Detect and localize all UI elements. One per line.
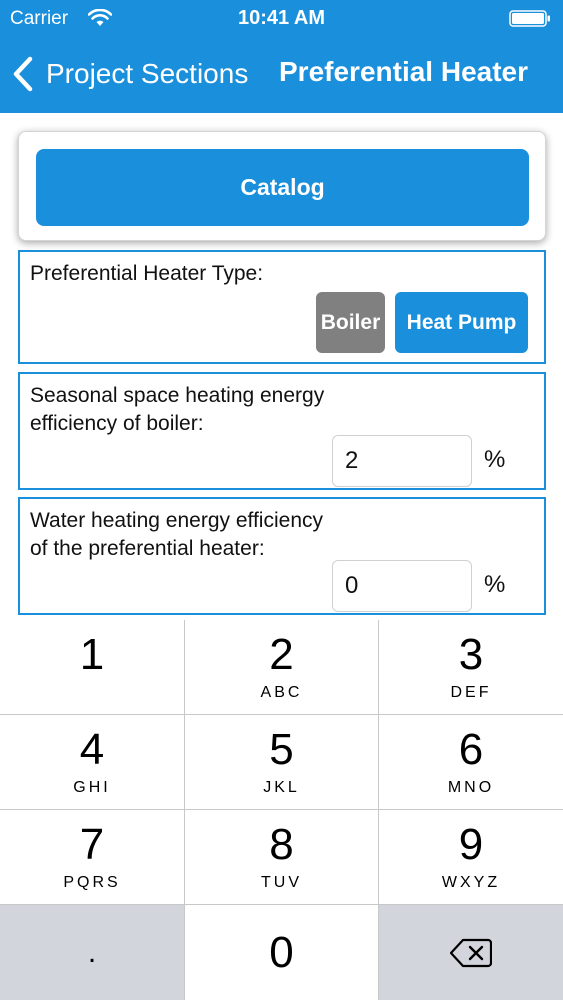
water-heating-label-line1: Water heating energy efficiency bbox=[30, 509, 323, 532]
key-4-letters: GHI bbox=[73, 779, 111, 796]
space-heating-input[interactable]: 2 bbox=[332, 435, 472, 487]
form-content: Catalog Preferential Heater Type: Boiler… bbox=[0, 113, 563, 620]
heater-type-panel: Preferential Heater Type: Boiler Heat Pu… bbox=[18, 250, 546, 364]
backspace-icon bbox=[450, 938, 492, 967]
key-3-letters: DEF bbox=[450, 684, 492, 701]
key-8-letters: TUV bbox=[261, 874, 302, 891]
water-heating-input[interactable]: 0 bbox=[332, 560, 472, 612]
delete-key[interactable] bbox=[379, 905, 563, 1000]
numeric-keypad: 1 2 ABC 3 DEF 4 GHI 5 JKL 6 MNO 7 PQRS 8… bbox=[0, 620, 563, 1000]
back-button-label: Project Sections bbox=[46, 58, 249, 89]
back-button[interactable]: Project Sections bbox=[12, 52, 248, 96]
key-decimal[interactable]: . bbox=[0, 905, 184, 1000]
water-heating-label: Water heating energy efficiency of the p… bbox=[30, 507, 323, 563]
space-heating-unit: % bbox=[484, 446, 506, 473]
water-heating-panel: Water heating energy efficiency of the p… bbox=[18, 497, 546, 615]
catalog-button[interactable]: Catalog bbox=[36, 149, 529, 226]
key-8-digit: 8 bbox=[269, 820, 294, 869]
key-2[interactable]: 2 ABC bbox=[185, 620, 378, 714]
navigation-header: Carrier 10:41 AM Project Sections Prefer… bbox=[0, 0, 563, 113]
space-heating-label-line1: Seasonal space heating energy bbox=[30, 384, 325, 407]
boiler-button[interactable]: Boiler bbox=[316, 292, 385, 353]
key-decimal-label: . bbox=[87, 935, 97, 969]
key-5-digit: 5 bbox=[269, 725, 294, 774]
key-4[interactable]: 4 GHI bbox=[0, 715, 184, 809]
key-0[interactable]: 0 bbox=[185, 905, 378, 1000]
key-3-digit: 3 bbox=[458, 630, 484, 679]
key-2-letters: ABC bbox=[260, 684, 303, 701]
key-1-digit: 1 bbox=[79, 630, 105, 679]
key-4-digit: 4 bbox=[79, 725, 105, 774]
water-heating-label-line2: of the preferential heater: bbox=[30, 537, 265, 560]
key-5-letters: JKL bbox=[263, 779, 300, 796]
key-8[interactable]: 8 TUV bbox=[185, 810, 378, 904]
key-6-digit: 6 bbox=[458, 725, 484, 774]
key-0-digit: 0 bbox=[269, 927, 294, 977]
battery-icon bbox=[509, 10, 550, 27]
key-1[interactable]: 1 bbox=[0, 620, 184, 714]
status-time: 10:41 AM bbox=[237, 7, 326, 29]
key-7[interactable]: 7 PQRS bbox=[0, 810, 184, 904]
key-9-digit: 9 bbox=[458, 820, 484, 869]
key-7-digit: 7 bbox=[79, 820, 105, 869]
chevron-left-icon bbox=[13, 56, 33, 92]
water-heating-unit: % bbox=[484, 571, 506, 598]
key-6-letters: MNO bbox=[447, 779, 495, 796]
key-7-letters: PQRS bbox=[63, 874, 121, 891]
key-5[interactable]: 5 JKL bbox=[185, 715, 378, 809]
key-3[interactable]: 3 DEF bbox=[379, 620, 563, 714]
space-heating-label: Seasonal space heating energy efficiency… bbox=[30, 382, 324, 438]
key-9-letters: WXYZ bbox=[441, 874, 501, 891]
catalog-card: Catalog bbox=[18, 131, 546, 241]
page-title: Preferential Heater bbox=[279, 56, 529, 87]
key-9[interactable]: 9 WXYZ bbox=[379, 810, 563, 904]
heat-pump-button[interactable]: Heat Pump bbox=[395, 292, 528, 353]
heater-type-label: Preferential Heater Type: bbox=[30, 262, 264, 285]
space-heating-label-line2: efficiency of boiler: bbox=[30, 412, 204, 435]
space-heating-panel: Seasonal space heating energy efficiency… bbox=[18, 372, 546, 490]
key-2-digit: 2 bbox=[269, 630, 294, 679]
key-6[interactable]: 6 MNO bbox=[379, 715, 563, 809]
status-bar: Carrier 10:41 AM bbox=[0, 0, 563, 36]
